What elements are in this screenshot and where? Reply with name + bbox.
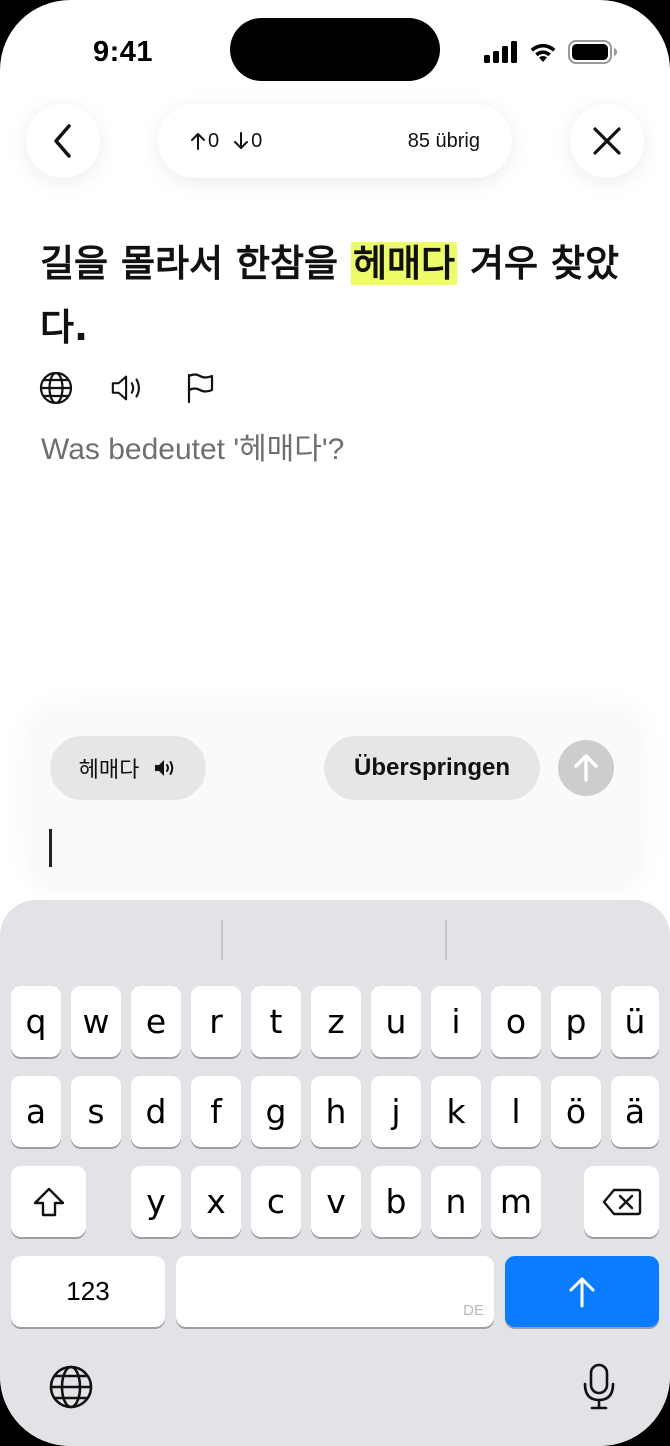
word-pronounce-chip[interactable]: 헤매다 <box>50 736 206 800</box>
phone-screen: 9:41 0 0 85 übrig 길을 몰라서 한참을 헤매다 겨우 찾았다.… <box>0 0 670 1446</box>
answer-card: 헤매다 Überspringen <box>27 711 643 891</box>
key-j[interactable]: j <box>371 1076 421 1147</box>
key-l[interactable]: l <box>491 1076 541 1147</box>
key-y[interactable]: y <box>131 1166 181 1237</box>
example-sentence: 길을 몰라서 한참을 헤매다 겨우 찾았다. <box>40 232 640 360</box>
key-o[interactable]: o <box>491 986 541 1057</box>
word-chip-label: 헤매다 <box>78 758 140 783</box>
shift-key[interactable] <box>11 1166 86 1237</box>
chevron-left-icon <box>54 124 71 158</box>
sentence-before: 길을 몰라서 한참을 <box>40 242 351 285</box>
key-u-umlaut[interactable]: ü <box>611 986 659 1057</box>
suggestion-divider <box>445 920 447 960</box>
close-icon <box>593 127 621 155</box>
key-r[interactable]: r <box>191 986 241 1057</box>
key-s[interactable]: s <box>71 1076 121 1147</box>
dictation-button[interactable] <box>574 1362 624 1412</box>
key-z[interactable]: z <box>311 986 361 1057</box>
close-button[interactable] <box>570 104 644 178</box>
key-u[interactable]: u <box>371 986 421 1057</box>
dynamic-island <box>230 18 440 81</box>
translate-button[interactable] <box>38 370 74 406</box>
skip-button[interactable]: Überspringen <box>324 736 540 800</box>
key-f[interactable]: f <box>191 1076 241 1147</box>
numbers-key[interactable]: 123 <box>11 1256 165 1327</box>
return-key[interactable] <box>505 1256 659 1327</box>
status-time: 9:41 <box>93 36 154 68</box>
arrow-up-icon <box>574 754 598 782</box>
suggestion-divider <box>221 920 223 960</box>
key-g[interactable]: g <box>251 1076 301 1147</box>
speak-button[interactable] <box>110 370 146 406</box>
battery-icon <box>568 40 617 64</box>
report-button[interactable] <box>182 370 218 406</box>
arrow-down-icon <box>234 132 249 149</box>
globe-icon <box>49 1365 93 1409</box>
wifi-icon <box>530 43 556 62</box>
keyboard-language-button[interactable] <box>46 1362 96 1412</box>
status-icons <box>484 40 618 64</box>
key-w[interactable]: w <box>71 986 121 1057</box>
back-button[interactable] <box>26 104 100 178</box>
key-c[interactable]: c <box>251 1166 301 1237</box>
key-a[interactable]: a <box>11 1076 61 1147</box>
key-m[interactable]: m <box>491 1166 541 1237</box>
progress-pill: 0 0 85 übrig <box>158 104 512 178</box>
cellular-signal-icon <box>484 41 517 63</box>
flag-icon <box>187 373 214 404</box>
sentence-tools <box>38 370 218 406</box>
key-e[interactable]: e <box>131 986 181 1057</box>
question-prompt: Was bedeutet '헤매다'? <box>41 433 345 466</box>
backspace-key[interactable] <box>584 1166 659 1237</box>
speaker-icon <box>111 375 140 401</box>
down-count-value: 0 <box>251 129 263 152</box>
microphone-icon <box>583 1363 615 1410</box>
up-count-value: 0 <box>208 129 220 152</box>
keyboard-language-tag: DE <box>463 1302 484 1319</box>
globe-icon <box>39 371 73 405</box>
speaker-filled-icon <box>155 760 174 776</box>
arrow-up-icon <box>569 1277 595 1307</box>
key-v[interactable]: v <box>311 1166 361 1237</box>
answer-input-caret[interactable] <box>49 829 52 867</box>
key-t[interactable]: t <box>251 986 301 1057</box>
key-q[interactable]: q <box>11 986 61 1057</box>
key-p[interactable]: p <box>551 986 601 1057</box>
highlighted-word[interactable]: 헤매다 <box>350 242 458 285</box>
key-x[interactable]: x <box>191 1166 241 1237</box>
key-o-umlaut[interactable]: ö <box>551 1076 601 1147</box>
vote-counts: 0 0 <box>190 130 262 153</box>
space-key[interactable]: DE <box>176 1256 494 1327</box>
down-count: 0 <box>233 130 262 153</box>
shift-icon <box>33 1187 64 1216</box>
key-i[interactable]: i <box>431 986 481 1057</box>
send-button[interactable] <box>558 740 614 796</box>
key-d[interactable]: d <box>131 1076 181 1147</box>
key-h[interactable]: h <box>311 1076 361 1147</box>
backspace-icon <box>602 1188 641 1215</box>
arrow-up-icon <box>191 133 205 150</box>
key-n[interactable]: n <box>431 1166 481 1237</box>
key-b[interactable]: b <box>371 1166 421 1237</box>
key-k[interactable]: k <box>431 1076 481 1147</box>
remaining-count: 85 übrig <box>407 129 480 152</box>
key-a-umlaut[interactable]: ä <box>611 1076 659 1147</box>
up-count: 0 <box>190 130 219 153</box>
